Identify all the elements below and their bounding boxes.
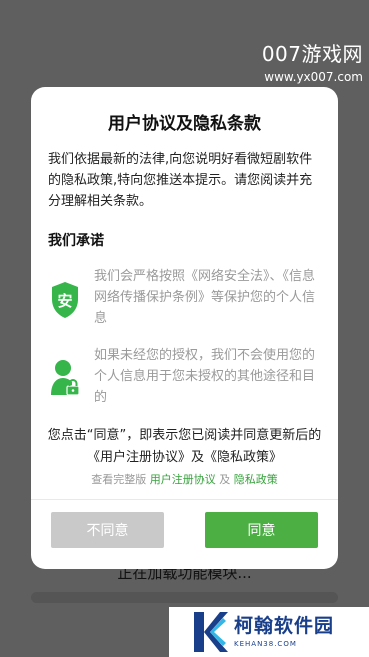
promise-item-security: 安 我们会严格按照《网络安全法》、《信息网络传播保护条例》等保护您的个人信息 — [48, 266, 324, 332]
dialog-intro: 我们依据最新的法律,向您说明好看微短剧软件的隐私政策,特向您推送本提示。请您阅读… — [48, 152, 313, 209]
disagree-button[interactable]: 不同意 — [51, 512, 164, 548]
watermark-bottom: 柯翰软件园 KEHAN38.COM — [169, 607, 369, 657]
promise-title: 我们承诺 — [48, 233, 104, 249]
user-agreement-link[interactable]: 用户注册协议 — [150, 473, 216, 486]
promise-text: 如果未经您的授权，我们不会使用您的个人信息用于您未授权的其他途径和目的 — [94, 348, 316, 405]
divider — [31, 499, 338, 500]
promise-text: 我们会严格按照《网络安全法》、《信息网络传播保护条例》等保护您的个人信息 — [94, 269, 316, 326]
watermark-top: 007游戏网 www.yx007.com — [262, 44, 363, 83]
consent-text: 您点击“同意”，即表示您已阅读并同意更新后的《用户注册协议》及《隐私政策》 — [47, 428, 322, 465]
links-and: 及 — [219, 473, 231, 486]
watermark-brand-name: 柯翰软件园 — [234, 614, 335, 637]
agree-button[interactable]: 同意 — [205, 512, 318, 548]
loading-bar — [31, 592, 338, 603]
privacy-dialog: 用户协议及隐私条款 我们依据最新的法律,向您说明好看微短剧软件的隐私政策,特向您… — [31, 87, 338, 569]
dialog-title: 用户协议及隐私条款 — [108, 114, 261, 134]
full-version-links: 查看完整版 用户注册协议 及 隐私政策 — [31, 471, 338, 487]
privacy-policy-link[interactable]: 隐私政策 — [234, 473, 278, 486]
watermark-brand-url: KEHAN38.COM — [234, 639, 297, 648]
shield-icon-char: 安 — [57, 292, 72, 310]
links-prefix: 查看完整版 — [91, 473, 147, 486]
watermark-url: www.yx007.com — [264, 70, 363, 84]
promise-item-authorization: 如果未经您的授权，我们不会使用您的个人信息用于您未授权的其他途径和目的 — [48, 345, 324, 411]
kehan-logo-icon — [194, 612, 228, 652]
shield-icon: 安 — [52, 282, 78, 318]
watermark-title: 007游戏网 — [261, 42, 363, 66]
user-lock-icon — [51, 360, 80, 396]
